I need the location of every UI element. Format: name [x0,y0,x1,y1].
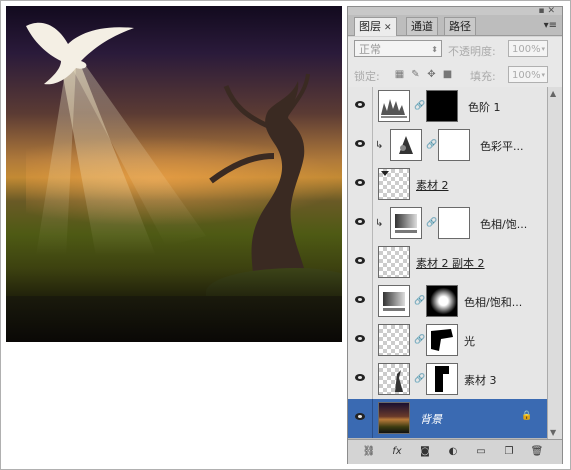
layer-row[interactable]: 🔗 光 [348,321,547,361]
layer-thumbnail[interactable] [378,363,410,395]
tab-layers[interactable]: 图层 ✕ [354,17,397,36]
layer-name[interactable]: 素材 2 [416,177,449,193]
fx-icon[interactable]: fx [390,445,404,459]
color-balance-adjustment-icon [390,129,422,161]
layer-mask-thumbnail[interactable] [426,324,458,356]
blend-mode-value: 正常 [359,43,381,56]
layer-thumbnail[interactable] [378,324,410,356]
layer-name[interactable]: 色阶 1 [468,99,501,115]
layer-row[interactable]: ↳ 🔗 色彩平... [348,126,547,166]
tab-channels[interactable]: 通道 [406,17,438,35]
blend-options-row: 正常 ⬍ 不透明度: 100% ▾ [348,37,562,63]
visibility-eye-icon[interactable] [348,321,373,360]
fill-label: 填充: [470,70,496,83]
lock-position-icon[interactable]: ✥ [426,69,437,80]
layer-name[interactable]: 色相/饱... [480,216,527,232]
visibility-eye-icon[interactable] [348,165,373,204]
layers-scrollbar[interactable]: ▲ ▼ [547,87,562,439]
layer-mask-thumbnail[interactable] [426,90,458,122]
opacity-label: 不透明度: [448,45,496,58]
link-chain-icon[interactable]: 🔗 [414,374,425,384]
spinner-icon: ⬍ [431,45,438,54]
opacity-value: 100% [512,44,541,55]
link-chain-icon[interactable]: 🔗 [414,101,425,111]
fill-field[interactable]: 100% ▾ [508,66,548,83]
layers-list: 🔗 色阶 1 ↳ 🔗 色彩平... 素材 2 ↳ 🔗 色相/饱... 素材 2 … [348,87,547,439]
link-chain-icon[interactable]: 🔗 [426,218,437,228]
layer-name[interactable]: 光 [464,333,475,349]
layer-mask-thumbnail[interactable] [426,363,458,395]
lock-icon: 🔒 [521,411,533,421]
lock-all-icon[interactable]: ■ [442,69,453,80]
tab-paths[interactable]: 路径 [444,17,476,35]
visibility-eye-icon[interactable] [348,282,373,321]
layer-row[interactable]: ↳ 🔗 色相/饱... [348,204,547,244]
visibility-eye-icon[interactable] [348,360,373,399]
layer-thumbnail[interactable] [378,246,410,278]
close-icon[interactable]: ✕ [384,23,392,33]
layer-row[interactable]: 🔗 素材 3 [348,360,547,400]
layer-row[interactable]: 素材 2 [348,165,547,205]
visibility-eye-icon[interactable] [348,87,373,126]
new-layer-icon[interactable]: ❐ [502,445,516,459]
layer-name[interactable]: 素材 2 副本 2 [416,255,485,271]
opacity-field[interactable]: 100% ▾ [508,40,548,57]
layer-name[interactable]: 素材 3 [464,372,497,388]
blend-mode-select[interactable]: 正常 ⬍ [354,40,442,57]
add-mask-icon[interactable]: ◙ [418,445,432,459]
lock-row: 锁定: ▦ ✎ ✥ ■ 填充: 100% ▾ [348,63,562,88]
layer-row[interactable]: 🔗 色阶 1 [348,87,547,127]
trash-icon[interactable]: 🗑 [530,445,544,459]
layer-name[interactable]: 色相/饱和... [464,294,522,310]
tab-channels-label: 通道 [411,20,433,33]
lock-label: 锁定: [354,70,380,83]
clipping-arrow-icon: ↳ [375,218,384,229]
layer-thumbnail[interactable] [378,168,410,200]
document-canvas[interactable] [6,6,342,342]
clipping-arrow-icon: ↳ [375,140,384,151]
layer-mask-thumbnail[interactable] [438,129,470,161]
lock-transparency-icon[interactable]: ▦ [394,69,405,80]
tab-layers-label: 图层 [359,20,381,33]
chevron-down-icon: ▾ [541,71,545,79]
tab-paths-label: 路径 [449,20,471,33]
layer-mask-thumbnail[interactable] [438,207,470,239]
layer-mask-thumbnail[interactable] [426,285,458,317]
hue-saturation-adjustment-icon [390,207,422,239]
levels-adjustment-icon [378,90,410,122]
tree-figure [209,73,311,296]
layer-row[interactable]: 背景 🔒 [348,399,547,439]
visibility-eye-icon[interactable] [348,204,373,243]
adjustment-layer-icon[interactable]: ◐ [446,445,460,459]
layer-row[interactable]: 🔗 色相/饱和... [348,282,547,322]
layers-panel: ▪✕ 图层 ✕ 通道 路径 ▾≡ 正常 ⬍ 不透明度: 100% ▾ 锁定: ▦ … [347,6,563,464]
link-chain-icon[interactable]: 🔗 [414,335,425,345]
ground [6,296,342,342]
layer-thumbnail[interactable] [378,402,410,434]
scroll-down-icon[interactable]: ▼ [550,428,556,437]
layer-name[interactable]: 背景 [420,411,442,427]
lock-pixels-icon[interactable]: ✎ [410,69,421,80]
layer-row[interactable]: 素材 2 副本 2 [348,243,547,283]
panel-titlebar: ▪✕ [348,6,562,16]
hue-saturation-adjustment-icon [378,285,410,317]
panel-tabs: 图层 ✕ 通道 路径 ▾≡ [348,15,562,36]
link-chain-icon[interactable]: 🔗 [414,296,425,306]
visibility-eye-icon[interactable] [348,126,373,165]
fill-value: 100% [512,70,541,81]
panel-menu-icon[interactable]: ▾≡ [544,20,557,31]
chevron-down-icon: ▾ [541,45,545,53]
visibility-eye-icon[interactable] [348,243,373,282]
panel-bottom-toolbar: ⛓ fx ◙ ◐ ▭ ❐ 🗑 [348,439,562,464]
scroll-up-icon[interactable]: ▲ [550,89,556,98]
layer-name[interactable]: 色彩平... [480,138,524,154]
link-chain-icon[interactable]: 🔗 [426,140,437,150]
new-group-icon[interactable]: ▭ [474,445,488,459]
link-layers-icon[interactable]: ⛓ [362,445,376,459]
visibility-eye-icon[interactable] [348,399,373,438]
